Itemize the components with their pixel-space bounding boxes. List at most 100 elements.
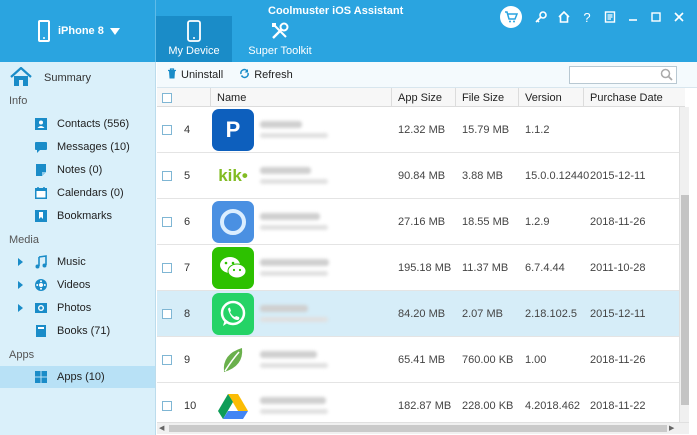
row-number: 7 [184, 261, 191, 274]
version-cell: 1.00 [525, 353, 547, 366]
app-name-blurred [260, 351, 330, 368]
row-checkbox[interactable] [162, 308, 172, 319]
sidebar-item-calendars[interactable]: Calendars (0) [0, 182, 155, 204]
expand-arrow-icon[interactable] [18, 281, 23, 289]
column-header-version[interactable]: Version [519, 88, 584, 107]
app-size-cell: 27.16 MB [398, 215, 446, 228]
key-icon[interactable] [531, 7, 551, 27]
calendar-icon [34, 186, 48, 200]
trash-icon [167, 67, 177, 82]
whatsapp-logo-icon [212, 292, 254, 335]
sidebar-item-messages[interactable]: Messages (10) [0, 136, 155, 158]
row-checkbox[interactable] [162, 216, 172, 227]
app-name-blurred [260, 397, 330, 414]
sidebar-item-notes[interactable]: Notes (0) [0, 159, 155, 181]
version-cell: 2.18.102.5 [525, 307, 577, 320]
app-name-cell [211, 200, 392, 243]
column-header-purchase-date[interactable]: Purchase Date [584, 88, 685, 107]
column-header-app-size[interactable]: App Size [392, 88, 456, 107]
row-check-cell: 8 [157, 308, 211, 320]
vertical-scrollbar[interactable] [679, 107, 689, 422]
sidebar-item-music[interactable]: Music [0, 251, 155, 273]
app-name-blurred [260, 305, 330, 322]
version-cell: 6.7.4.44 [525, 261, 565, 274]
app-size-cell: 12.32 MB [398, 123, 446, 136]
row-checkbox[interactable] [162, 262, 172, 273]
table-row[interactable]: 9 65.41 MB 760.00 KB 1.00 2018-11-26 [157, 337, 685, 383]
table-row[interactable]: 8 84.20 MB 2.07 MB 2.18.102.5 2015-12-11 [157, 291, 685, 337]
purchase-date-cell: 2018-11-26 [590, 353, 646, 366]
phone-icon [38, 20, 50, 42]
sidebar-item-label: Summary [44, 72, 92, 84]
purchase-date-cell: 2015-12-11 [590, 307, 646, 320]
refresh-button[interactable]: Refresh [239, 68, 293, 82]
sidebar-item-books[interactable]: Books (71) [0, 320, 155, 342]
sidebar-item-label: Contacts (556) [57, 118, 130, 130]
notes-icon [34, 163, 48, 177]
purchase-date-cell: 2018-11-22 [590, 399, 646, 412]
wechat-logo-icon [212, 246, 254, 289]
tab-super-toolkit[interactable]: Super Toolkit [240, 16, 320, 62]
apps-grid-icon [34, 370, 48, 384]
tab-my-device[interactable]: My Device [156, 16, 232, 62]
expand-arrow-icon[interactable] [18, 304, 23, 312]
row-number: 10 [184, 399, 197, 412]
section-label-apps: Apps [9, 349, 35, 361]
purchase-date-cell: 2018-11-26 [590, 215, 646, 228]
app-name-cell: kik• [211, 154, 392, 197]
row-number: 4 [184, 123, 191, 136]
row-checkbox[interactable] [162, 400, 172, 411]
minimize-icon[interactable] [623, 7, 643, 27]
sidebar-item-summary[interactable]: Summary [10, 66, 91, 90]
scroll-thumb[interactable] [681, 195, 689, 405]
sidebar-item-photos[interactable]: Photos [0, 297, 155, 319]
table-row[interactable]: 5 kik• 90.84 MB 3.88 MB 15.0.0.12440 2015-12-… [157, 153, 685, 199]
search-input[interactable] [569, 66, 677, 84]
app-name-cell [211, 338, 392, 381]
sidebar-item-bookmarks[interactable]: Bookmarks [0, 205, 155, 227]
contacts-icon [34, 117, 48, 131]
scroll-left-icon[interactable]: ◀ [159, 424, 164, 432]
scroll-right-icon[interactable]: ▶ [669, 424, 674, 432]
column-header-file-size[interactable]: File Size [456, 88, 519, 107]
section-label-info: Info [9, 95, 28, 107]
row-check-cell: 5 [157, 170, 211, 182]
app-name-blurred [260, 213, 330, 230]
app-size-cell: 90.84 MB [398, 169, 446, 182]
column-header-name[interactable]: Name [211, 88, 392, 107]
help-icon[interactable]: ? [577, 7, 597, 27]
table-row[interactable]: 7 195.18 MB 11.37 MB 6.7.4.44 2011-10-28 [157, 245, 685, 291]
uninstall-label: Uninstall [181, 68, 224, 81]
video-icon [34, 278, 48, 292]
purchase-date-cell: 2011-10-28 [590, 261, 646, 274]
uninstall-button[interactable]: Uninstall [167, 67, 224, 82]
row-checkbox[interactable] [162, 354, 172, 365]
sidebar: Summary Info Contacts (556) Messages (10… [0, 62, 156, 435]
sidebar-item-label: Notes (0) [57, 164, 103, 176]
scroll-thumb[interactable] [169, 425, 667, 432]
home-icon[interactable] [554, 7, 574, 27]
table-row[interactable]: 4 P 12.32 MB 15.79 MB 1.1.2 [157, 107, 685, 153]
maximize-icon[interactable] [646, 7, 666, 27]
close-icon[interactable] [669, 7, 689, 27]
horizontal-scrollbar[interactable]: ◀ ▶ [157, 422, 689, 434]
feedback-icon[interactable] [600, 7, 620, 27]
version-cell: 15.0.0.12440 [525, 169, 590, 182]
row-checkbox[interactable] [162, 124, 172, 135]
sidebar-item-label: Videos [57, 279, 91, 291]
file-size-cell: 15.79 MB [462, 123, 510, 136]
file-size-cell: 3.88 MB [462, 169, 503, 182]
select-all-checkbox[interactable] [162, 92, 172, 103]
table-row[interactable]: 6 27.16 MB 18.55 MB 1.2.9 2018-11-26 [157, 199, 685, 245]
sidebar-item-label: Books (71) [57, 325, 111, 337]
app-name-cell [211, 292, 392, 335]
book-icon [34, 324, 48, 338]
sidebar-item-contacts[interactable]: Contacts (556) [0, 113, 155, 135]
sidebar-item-videos[interactable]: Videos [0, 274, 155, 296]
device-selector[interactable]: iPhone 8 [38, 18, 120, 44]
expand-arrow-icon[interactable] [18, 258, 23, 266]
file-size-cell: 760.00 KB [462, 353, 514, 366]
sidebar-item-apps[interactable]: Apps (10) [0, 366, 155, 388]
row-checkbox[interactable] [162, 170, 172, 181]
cart-icon[interactable] [500, 6, 522, 28]
